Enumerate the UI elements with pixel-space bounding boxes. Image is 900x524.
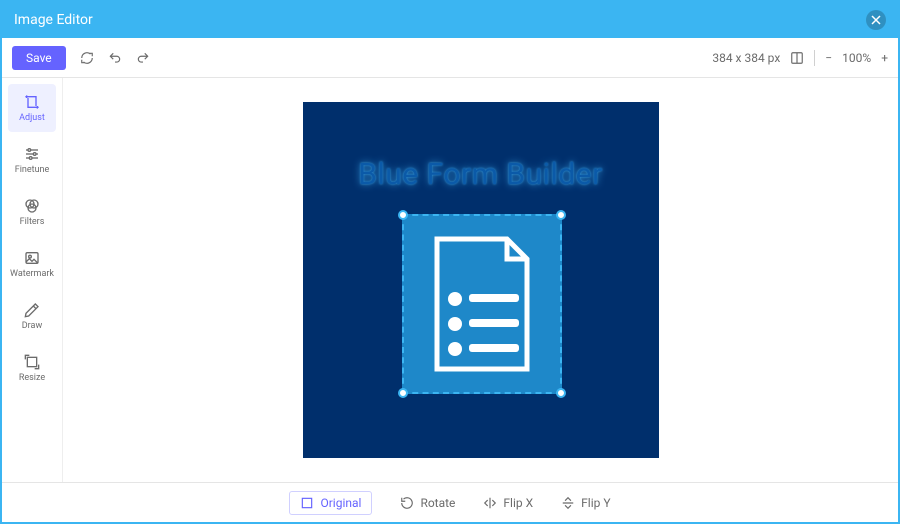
flipx-icon <box>483 496 497 510</box>
sidebar: Adjust Finetune Filters Watermark Draw R… <box>2 78 62 482</box>
tool-draw[interactable]: Draw <box>8 292 56 340</box>
square-icon <box>300 496 314 510</box>
tool-label: Resize <box>19 373 45 383</box>
close-icon <box>871 15 881 25</box>
main: Adjust Finetune Filters Watermark Draw R… <box>2 78 898 482</box>
close-button[interactable] <box>866 10 886 30</box>
pencil-icon <box>24 302 40 318</box>
resize-icon <box>24 354 40 370</box>
toolbar: Save 384 x 384 px − 100% + <box>2 38 898 78</box>
crop-handle-bl[interactable] <box>398 388 408 398</box>
tool-label: Adjust <box>19 113 45 123</box>
crop-selection[interactable] <box>402 214 562 394</box>
refresh-button[interactable] <box>80 51 94 65</box>
watermark-icon <box>24 250 40 266</box>
redo-button[interactable] <box>136 51 150 65</box>
tool-label: Finetune <box>15 165 50 175</box>
dimensions-label: 384 x 384 px <box>712 51 780 65</box>
crop-handle-tl[interactable] <box>398 210 408 220</box>
undo-button[interactable] <box>108 51 122 65</box>
bottombar: Original Rotate Flip X Flip Y <box>2 482 898 522</box>
divider <box>814 50 815 66</box>
zoom-out-button[interactable]: − <box>825 51 832 65</box>
flipy-label: Flip Y <box>581 496 610 510</box>
sliders-icon <box>24 146 40 162</box>
canvas[interactable]: Blue Form Builder <box>303 102 659 458</box>
redo-icon <box>136 51 150 65</box>
document-icon <box>427 234 537 374</box>
rotate-icon <box>400 496 414 510</box>
filters-icon <box>24 198 40 214</box>
save-button[interactable]: Save <box>12 46 66 70</box>
zoom-label: 100% <box>842 51 871 65</box>
tool-label: Watermark <box>10 269 54 279</box>
crop-icon <box>24 94 40 110</box>
tool-filters[interactable]: Filters <box>8 188 56 236</box>
canvas-area[interactable]: Blue Form Builder <box>62 78 898 482</box>
zoom-in-button[interactable]: + <box>881 51 888 65</box>
tool-label: Filters <box>20 217 45 227</box>
flipy-icon <box>561 496 575 510</box>
tool-watermark[interactable]: Watermark <box>8 240 56 288</box>
dimensions-toggle[interactable] <box>790 51 804 65</box>
refresh-icon <box>80 51 94 65</box>
columns-icon <box>790 51 804 65</box>
canvas-heading: Blue Form Builder <box>358 157 603 192</box>
flipy-button[interactable]: Flip Y <box>561 496 610 510</box>
crop-handle-tr[interactable] <box>556 210 566 220</box>
flipx-label: Flip X <box>503 496 533 510</box>
tool-adjust[interactable]: Adjust <box>8 84 56 132</box>
aspect-label: Original <box>320 496 361 510</box>
flipx-button[interactable]: Flip X <box>483 496 533 510</box>
tool-finetune[interactable]: Finetune <box>8 136 56 184</box>
undo-icon <box>108 51 122 65</box>
rotate-label: Rotate <box>420 496 455 510</box>
titlebar: Image Editor <box>2 2 898 38</box>
crop-handle-br[interactable] <box>556 388 566 398</box>
toolbar-right: 384 x 384 px − 100% + <box>712 50 888 66</box>
rotate-button[interactable]: Rotate <box>400 496 455 510</box>
app-title: Image Editor <box>14 12 93 28</box>
aspect-original[interactable]: Original <box>289 491 372 515</box>
toolbar-left: Save <box>12 46 150 70</box>
tool-label: Draw <box>22 321 42 331</box>
tool-resize[interactable]: Resize <box>8 344 56 392</box>
